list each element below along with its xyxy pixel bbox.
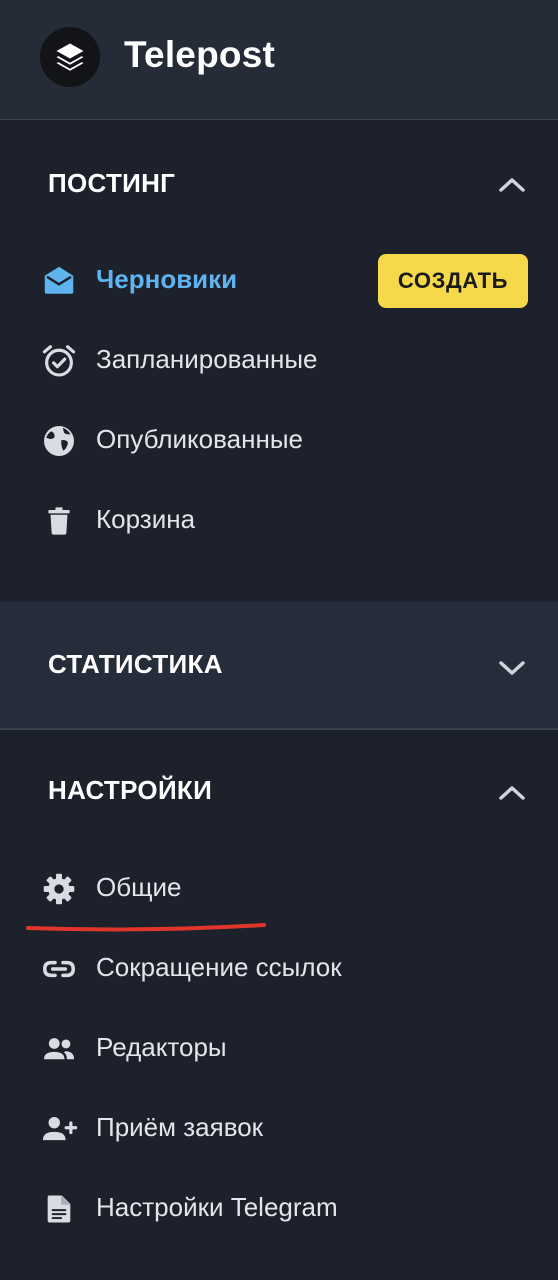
- globe-icon: [40, 422, 78, 460]
- layers-icon[interactable]: [40, 27, 100, 87]
- chevron-up-icon[interactable]: [496, 174, 528, 194]
- app-header: Telepost: [0, 0, 558, 120]
- chevron-up-icon[interactable]: [496, 782, 528, 802]
- create-button[interactable]: СОЗДАТЬ: [378, 254, 528, 308]
- sidebar-item-label: Приём заявок: [96, 1112, 264, 1142]
- sidebar-item-label: Сокращение ссылок: [96, 952, 342, 982]
- sidebar-item-join-requests[interactable]: Приём заявок: [0, 1096, 558, 1160]
- sidebar-item-editors[interactable]: Редакторы: [0, 1016, 558, 1080]
- red-underline-annotation: [26, 923, 266, 932]
- link-icon: [40, 950, 78, 988]
- sidebar-item-label: Общие: [96, 872, 182, 902]
- sidebar-item-label: Опубликованные: [96, 424, 303, 454]
- envelope-open-icon: [40, 262, 78, 300]
- sidebar-item-general[interactable]: Общие: [0, 856, 558, 920]
- section-settings-header[interactable]: НАСТРОЙКИ: [0, 730, 558, 850]
- alarm-clock-icon: [40, 342, 78, 380]
- person-add-icon: [40, 1110, 78, 1148]
- people-icon: [40, 1030, 78, 1068]
- sidebar-item-scheduled[interactable]: Запланированные: [0, 328, 558, 392]
- section-statistics-header[interactable]: СТАТИСТИКА: [0, 602, 558, 729]
- sidebar-item-link-shortening[interactable]: Сокращение ссылок: [0, 936, 558, 1000]
- gear-icon: [40, 870, 78, 908]
- app-title: Telepost: [124, 34, 275, 75]
- sidebar-item-label: Настройки Telegram: [96, 1192, 338, 1222]
- sidebar-item-telegram-settings[interactable]: Настройки Telegram: [0, 1176, 558, 1240]
- section-title-posting: ПОСТИНГ: [48, 168, 176, 198]
- chevron-down-icon[interactable]: [496, 659, 528, 679]
- document-icon: [40, 1190, 78, 1228]
- sidebar-item-trash[interactable]: Корзина: [0, 488, 558, 552]
- sidebar-item-label: Запланированные: [96, 344, 318, 374]
- section-posting-header[interactable]: ПОСТИНГ: [0, 122, 558, 242]
- trash-icon: [40, 502, 78, 540]
- sidebar-item-published[interactable]: Опубликованные: [0, 408, 558, 472]
- section-title-statistics: СТАТИСТИКА: [48, 649, 223, 679]
- sidebar-item-label: Редакторы: [96, 1032, 227, 1062]
- sidebar-item-label: Корзина: [96, 504, 196, 534]
- section-title-settings: НАСТРОЙКИ: [48, 775, 213, 805]
- sidebar-item-label: Черновики: [96, 264, 238, 294]
